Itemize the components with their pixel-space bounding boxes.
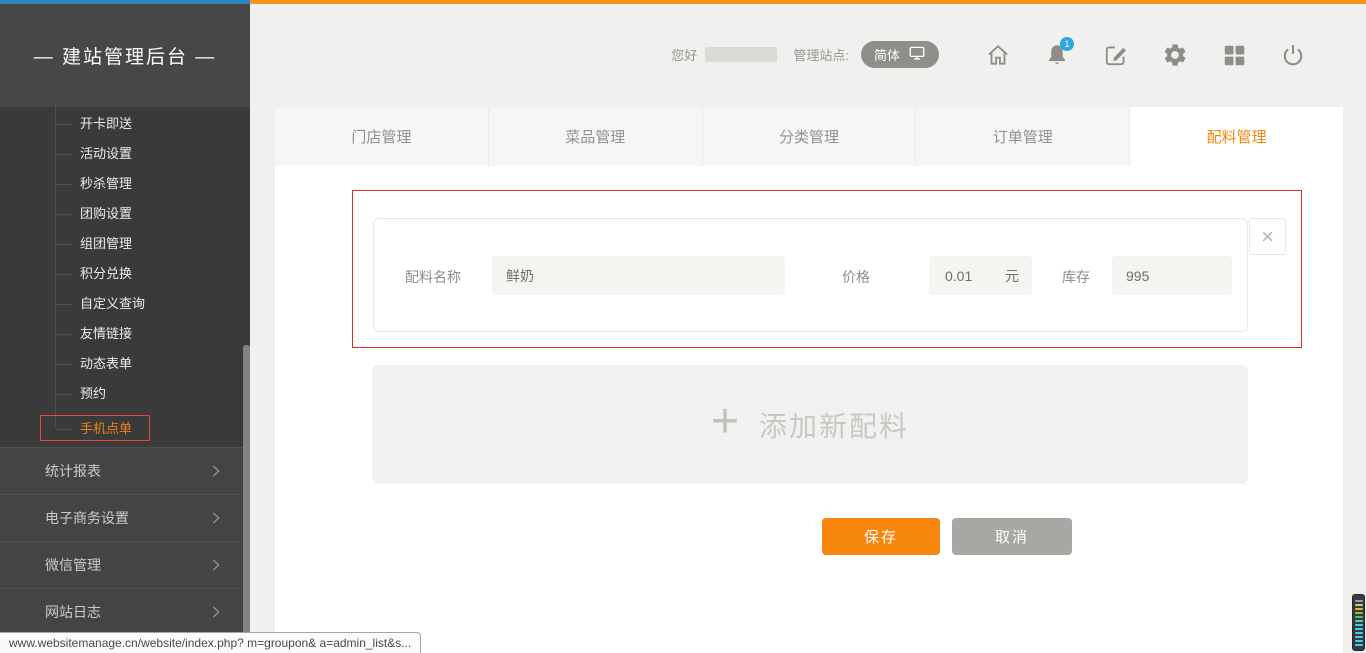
gear-icon[interactable] xyxy=(1162,42,1188,68)
sidebar-item-mobile-ordering[interactable]: 手机点单 xyxy=(0,414,250,444)
chevron-right-icon xyxy=(208,557,224,573)
sidebar-item-flash-sale[interactable]: 秒杀管理 xyxy=(0,169,250,199)
plus-icon: + xyxy=(711,398,739,446)
admin-page: — 建站管理后台 — 开卡即送 活动设置 秒杀管理 团购设置 组团管理 积分兑换… xyxy=(0,0,1366,653)
tab-order-management[interactable]: 订单管理 xyxy=(916,107,1130,166)
chevron-right-icon xyxy=(208,463,224,479)
tab-ingredient-management[interactable]: 配料管理 xyxy=(1130,107,1343,166)
stock-label: 库存 xyxy=(1062,267,1090,287)
ingredient-name-label: 配料名称 xyxy=(405,267,461,287)
sidebar-item-custom-query[interactable]: 自定义查询 xyxy=(0,289,250,319)
sidebar-group-ecommerce-settings[interactable]: 电子商务设置 xyxy=(0,495,250,542)
app-logo: — 建站管理后台 — xyxy=(0,4,250,107)
stock-input[interactable] xyxy=(1112,256,1232,295)
sidebar-group-statistics[interactable]: 统计报表 xyxy=(0,448,250,495)
sidebar-group-wechat[interactable]: 微信管理 xyxy=(0,542,250,589)
sidebar-item-card-gift[interactable]: 开卡即送 xyxy=(0,109,250,139)
sidebar-item-team-group[interactable]: 组团管理 xyxy=(0,229,250,259)
language-label: 简体 xyxy=(874,45,900,64)
remove-ingredient-button[interactable]: × xyxy=(1249,218,1286,255)
price-input-box: 元 xyxy=(929,256,1032,295)
sidebar: — 建站管理后台 — 开卡即送 活动设置 秒杀管理 团购设置 组团管理 积分兑换… xyxy=(0,4,250,653)
sidebar-item-reservation[interactable]: 预约 xyxy=(0,379,250,409)
sidebar-item-group-buy-settings[interactable]: 团购设置 xyxy=(0,199,250,229)
notification-badge: 1 xyxy=(1060,37,1074,51)
sidebar-item-friend-links[interactable]: 友情链接 xyxy=(0,319,250,349)
sidebar-submenu: 开卡即送 活动设置 秒杀管理 团购设置 组团管理 积分兑换 自定义查询 友情链接… xyxy=(0,107,250,444)
add-new-label: 添加新配料 xyxy=(759,405,909,445)
username-redacted xyxy=(705,47,777,62)
edit-icon[interactable] xyxy=(1103,42,1129,68)
close-icon: × xyxy=(1261,224,1274,250)
tab-dish-management[interactable]: 菜品管理 xyxy=(489,107,703,166)
sidebar-groups: 统计报表 电子商务设置 微信管理 网站日志 xyxy=(0,447,250,636)
bell-icon[interactable]: 1 xyxy=(1044,42,1070,68)
save-button[interactable]: 保存 xyxy=(822,518,940,555)
ingredient-row-highlight: 配料名称 价格 元 库存 × xyxy=(352,190,1302,348)
header-icon-row: 1 xyxy=(985,42,1306,68)
active-item-highlight-box xyxy=(40,415,150,441)
content-panel: 门店管理 菜品管理 分类管理 订单管理 配料管理 配料名称 价格 元 库存 × xyxy=(275,107,1343,653)
sidebar-item-activity-settings[interactable]: 活动设置 xyxy=(0,139,250,169)
cancel-button[interactable]: 取消 xyxy=(952,518,1072,555)
greeting-text: 您好 xyxy=(671,45,697,64)
status-bar-url: www.websitemanage.cn/website/index.php? … xyxy=(0,632,421,653)
chevron-right-icon xyxy=(208,510,224,526)
sidebar-item-dynamic-forms[interactable]: 动态表单 xyxy=(0,349,250,379)
tab-store-management[interactable]: 门店管理 xyxy=(275,107,489,166)
chevron-right-icon xyxy=(208,604,224,620)
price-unit: 元 xyxy=(1005,266,1019,286)
sidebar-item-points-exchange[interactable]: 积分兑换 xyxy=(0,259,250,289)
home-icon[interactable] xyxy=(985,42,1011,68)
power-icon[interactable] xyxy=(1280,42,1306,68)
language-pill[interactable]: 简体 xyxy=(861,41,939,68)
header: 您好 管理站点: 简体 1 xyxy=(250,4,1366,105)
add-new-ingredient-button[interactable]: + 添加新配料 xyxy=(372,365,1248,484)
apps-grid-icon[interactable] xyxy=(1221,42,1247,68)
ingredient-card: 配料名称 价格 元 库存 xyxy=(373,218,1248,332)
ingredient-name-input[interactable] xyxy=(492,256,785,295)
price-label: 价格 xyxy=(842,267,870,287)
price-input[interactable] xyxy=(929,256,993,295)
monitor-icon xyxy=(908,44,926,65)
sidebar-group-site-logs[interactable]: 网站日志 xyxy=(0,589,250,636)
sidebar-scrollbar-thumb[interactable] xyxy=(243,345,250,652)
tab-bar: 门店管理 菜品管理 分类管理 订单管理 配料管理 xyxy=(275,107,1343,166)
tab-category-management[interactable]: 分类管理 xyxy=(703,107,917,166)
site-label: 管理站点: xyxy=(793,45,849,64)
activity-meter xyxy=(1352,594,1365,651)
